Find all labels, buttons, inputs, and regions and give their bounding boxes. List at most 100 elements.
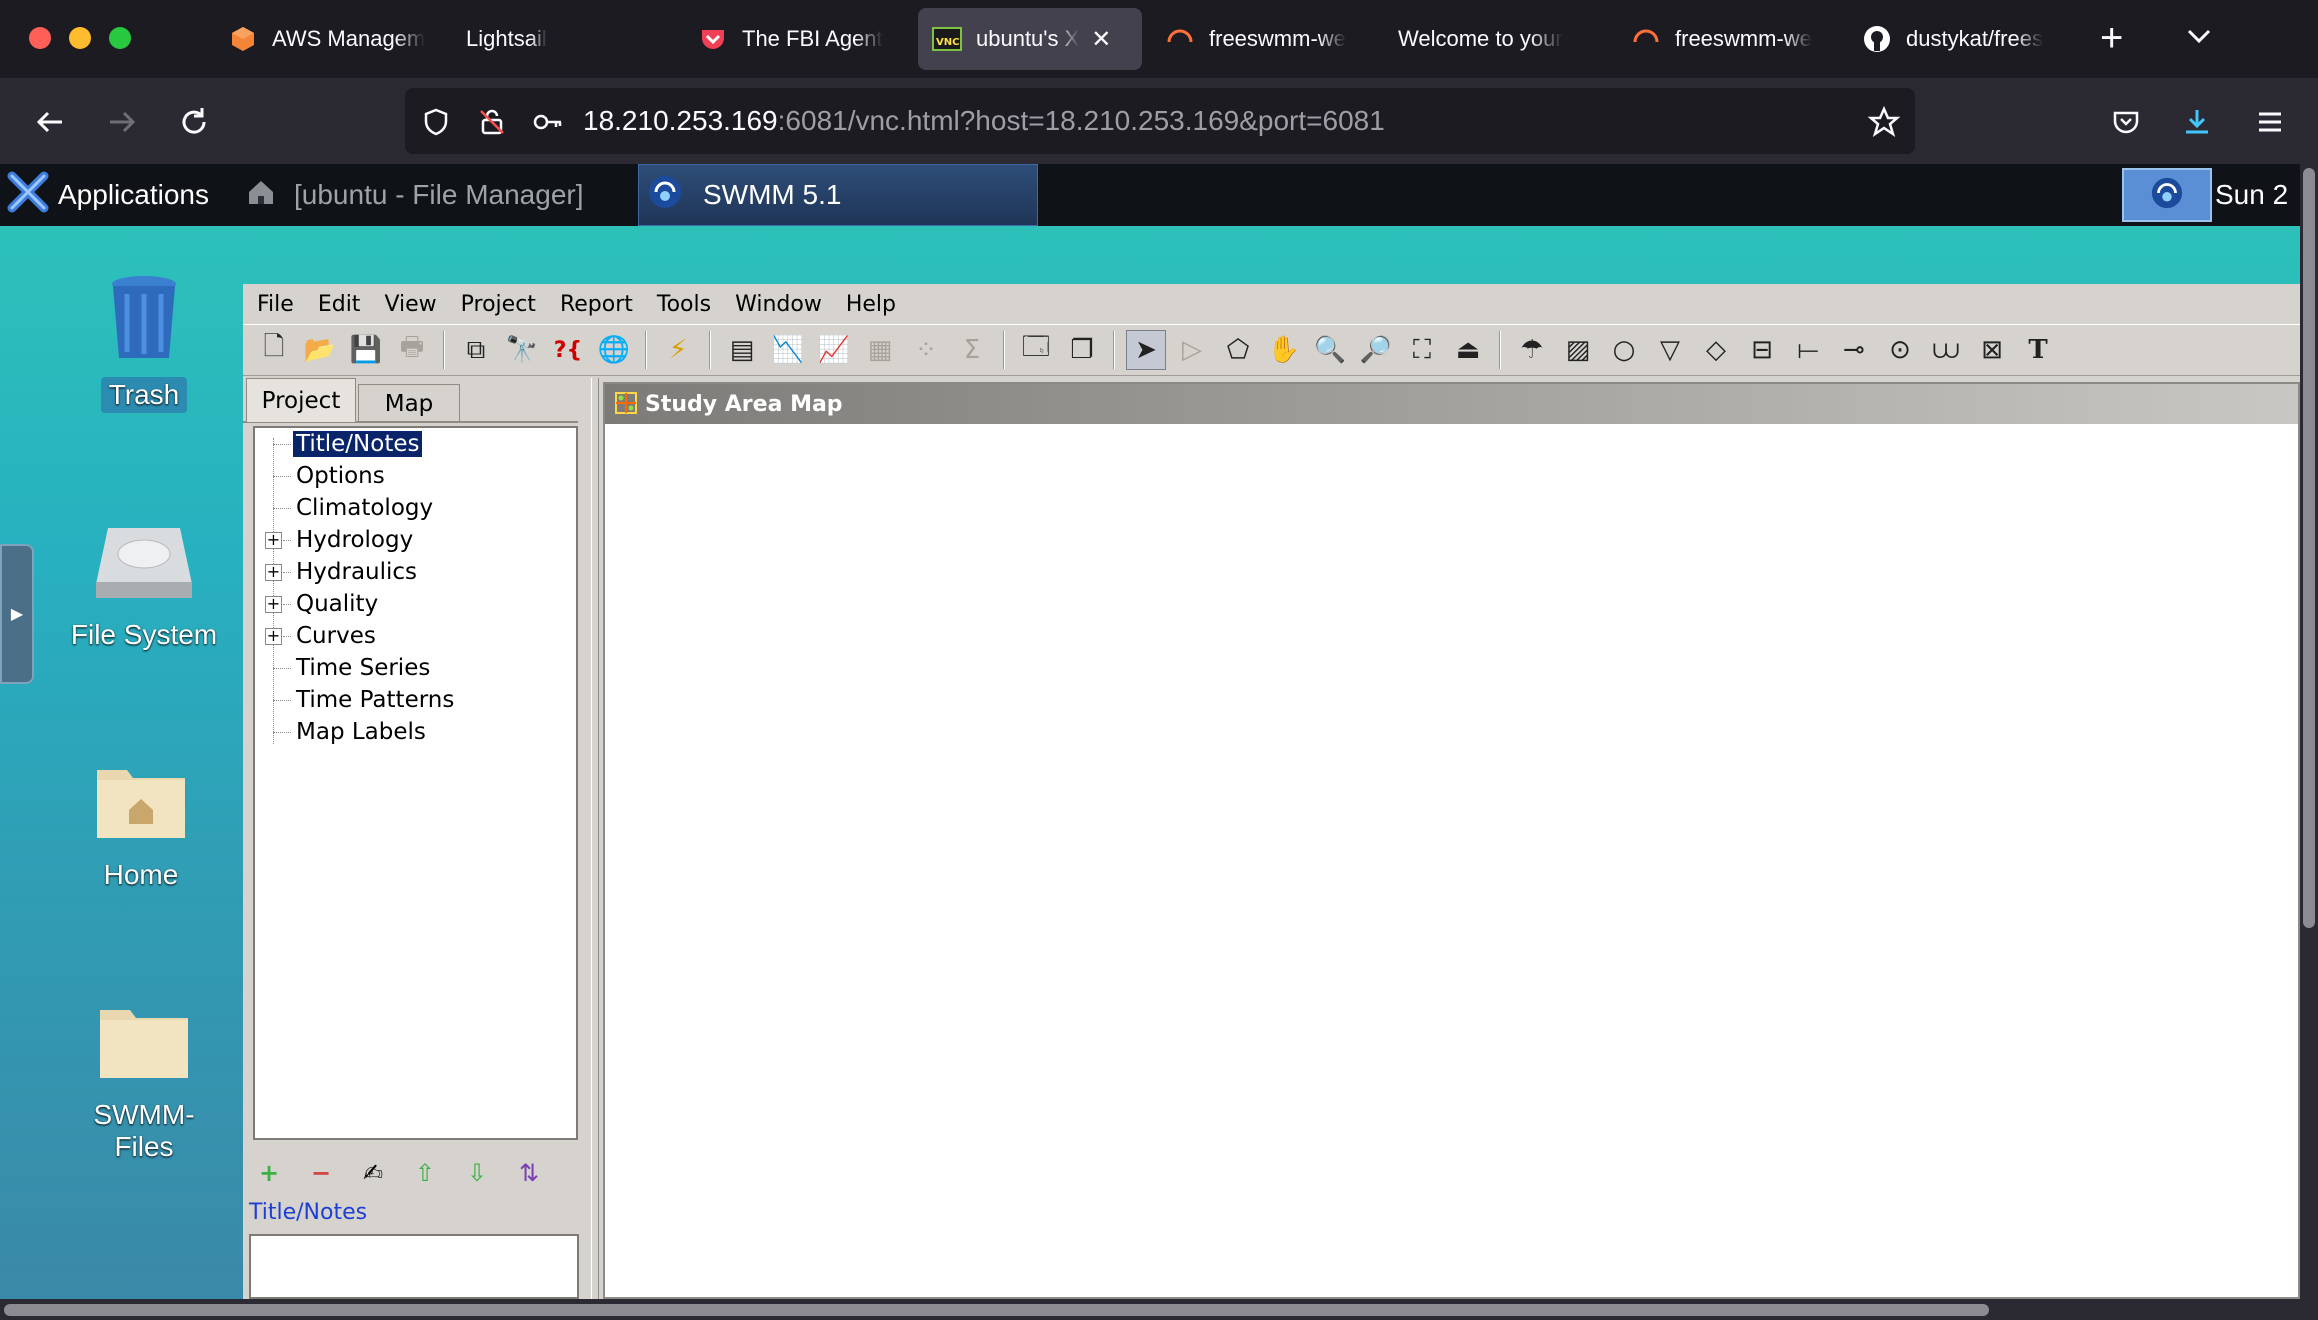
statistics-sigma-icon[interactable]: Σ [952,330,992,370]
maximize-window-button[interactable] [109,27,131,49]
browser-tab-github[interactable]: dustykat/frees [1862,8,2062,70]
select-arrow-icon[interactable]: ➤ [1126,330,1166,370]
menu-tools[interactable]: Tools [657,292,711,317]
tree-item-quality[interactable]: + Quality [255,588,555,620]
desktop-icon-trash[interactable]: Trash [59,274,229,413]
bookmark-star-icon[interactable] [1862,100,1906,144]
divider-icon[interactable]: ◇ [1696,330,1736,370]
menu-report[interactable]: Report [560,292,633,317]
pane-splitter[interactable] [591,378,599,1299]
save-icon[interactable]: 💾 [346,330,386,370]
taskbar-swmm[interactable]: SWMM 5.1 [638,164,1038,226]
sort-icon[interactable]: ⇅ [519,1159,571,1187]
pan-hand-icon[interactable]: ✋ [1264,330,1304,370]
applications-menu[interactable]: Applications [6,164,209,226]
move-down-icon[interactable]: ⇩ [467,1159,519,1187]
move-up-icon[interactable]: ⇧ [415,1159,467,1187]
find-binoculars-icon[interactable]: 🔭 [502,330,542,370]
browser-tab-aws[interactable]: AWS Managem [228,8,428,70]
tracking-shield-icon[interactable] [414,100,458,144]
pump-icon[interactable]: ⊸ [1834,330,1874,370]
table-icon[interactable]: ▦ [860,330,900,370]
vnc-viewport[interactable]: Applications [ubuntu - File Manager] SWM… [0,164,2318,1320]
new-file-icon[interactable]: 🗋 [254,330,294,370]
hamburger-menu-icon[interactable] [2248,100,2292,144]
cascade-windows-icon[interactable]: ❐ [1062,330,1102,370]
pocket-save-icon[interactable] [2104,100,2148,144]
tree-item-hydraulics[interactable]: + Hydraulics [255,556,555,588]
taskbar-file-manager[interactable]: [ubuntu - File Manager] [238,164,634,226]
desktop-icon-swmm-files[interactable]: SWMM-Files [59,1002,229,1165]
subcatchment-icon[interactable]: ▨ [1558,330,1598,370]
tab-map[interactable]: Map [358,384,460,422]
time-series-plot-icon[interactable]: 📈 [814,330,854,370]
browser-tab-vnc[interactable]: VNC ubuntu's X ✕ [918,8,1142,70]
select-vertex-icon[interactable]: ▷ [1172,330,1212,370]
open-file-icon[interactable]: 📂 [300,330,340,370]
junction-icon[interactable]: ○ [1604,330,1644,370]
back-icon[interactable] [28,100,72,144]
edit-object-icon[interactable]: ✍ [363,1159,415,1187]
desktop-icon-file-system[interactable]: File System [59,522,229,653]
storage-icon[interactable]: ⊟ [1742,330,1782,370]
expand-icon[interactable]: + [265,532,282,549]
expand-icon[interactable]: + [265,596,282,613]
tree-item-curves[interactable]: + Curves [255,620,555,652]
novnc-control-handle[interactable]: ▶ [0,544,34,684]
permissions-key-icon[interactable] [526,100,570,144]
outlet-icon[interactable]: ⊠ [1972,330,2012,370]
menu-edit[interactable]: Edit [318,292,361,317]
workspace-switcher[interactable] [2122,168,2212,222]
project-tree[interactable]: Title/Notes Options Climatology + Hydrolo… [253,426,578,1140]
print-icon[interactable]: 🖶 [392,330,432,370]
menu-help[interactable]: Help [846,292,896,317]
weir-icon[interactable]: ⩊ [1926,330,1966,370]
copy-icon[interactable]: ⧉ [456,330,496,370]
close-window-button[interactable] [29,27,51,49]
expand-icon[interactable]: + [265,564,282,581]
expand-icon[interactable]: + [265,628,282,645]
close-tab-icon[interactable]: ✕ [1091,25,1111,54]
menu-file[interactable]: File [257,292,294,317]
list-all-tabs-icon[interactable] [2183,20,2215,57]
tab-project[interactable]: Project [246,378,356,422]
conduit-icon[interactable]: ⟝ [1788,330,1828,370]
item-list-box[interactable] [249,1234,579,1299]
zoom-in-icon[interactable]: 🔍 [1310,330,1350,370]
run-lightning-icon[interactable]: ⚡ [658,330,698,370]
rain-gage-icon[interactable]: ☂ [1512,330,1552,370]
desktop-icon-home[interactable]: Home [56,762,226,893]
forward-icon[interactable] [100,100,144,144]
outfall-icon[interactable]: ▽ [1650,330,1690,370]
browser-tab-fbi-agent[interactable]: The FBI Agent [698,8,898,70]
study-area-map-window[interactable]: Study Area Map [603,382,2300,1299]
reload-icon[interactable] [172,100,216,144]
select-region-icon[interactable]: ⬠ [1218,330,1258,370]
browser-tab-welcome[interactable]: Welcome to your [1398,8,1598,70]
options-icon[interactable]: 🗔 [1016,330,1056,370]
downloads-icon[interactable] [2175,100,2219,144]
vertical-scrollbar[interactable] [2300,164,2318,1299]
browser-tab-freeswmm-2[interactable]: freeswmm-we [1631,8,1831,70]
horizontal-scrollbar[interactable] [0,1299,2318,1320]
menu-project[interactable]: Project [461,292,536,317]
new-tab-icon[interactable]: + [2100,18,2123,58]
browser-tab-lightsail[interactable]: Lightsail [466,8,616,70]
map-title-bar[interactable]: Study Area Map [605,384,2298,424]
measure-icon[interactable]: ⏏ [1448,330,1488,370]
delete-object-icon[interactable]: − [311,1159,363,1187]
zoom-out-icon[interactable]: 🔎 [1356,330,1396,370]
minimize-window-button[interactable] [69,27,91,49]
insecure-lock-icon[interactable] [470,100,514,144]
full-extent-icon[interactable]: ⛶ [1402,330,1442,370]
orifice-icon[interactable]: ⊙ [1880,330,1920,370]
menu-window[interactable]: Window [735,292,822,317]
scatter-plot-icon[interactable]: ⁘ [906,330,946,370]
query-icon[interactable]: ?{ [548,330,588,370]
add-object-icon[interactable]: + [259,1159,311,1187]
globe-icon[interactable]: 🌐 [594,330,634,370]
tree-item-hydrology[interactable]: + Hydrology [255,524,555,556]
panel-clock[interactable]: Sun 2 [2215,164,2288,226]
profile-plot-icon[interactable]: 📉 [768,330,808,370]
url-text[interactable]: 18.210.253.169:6081/vnc.html?host=18.210… [583,105,1385,137]
